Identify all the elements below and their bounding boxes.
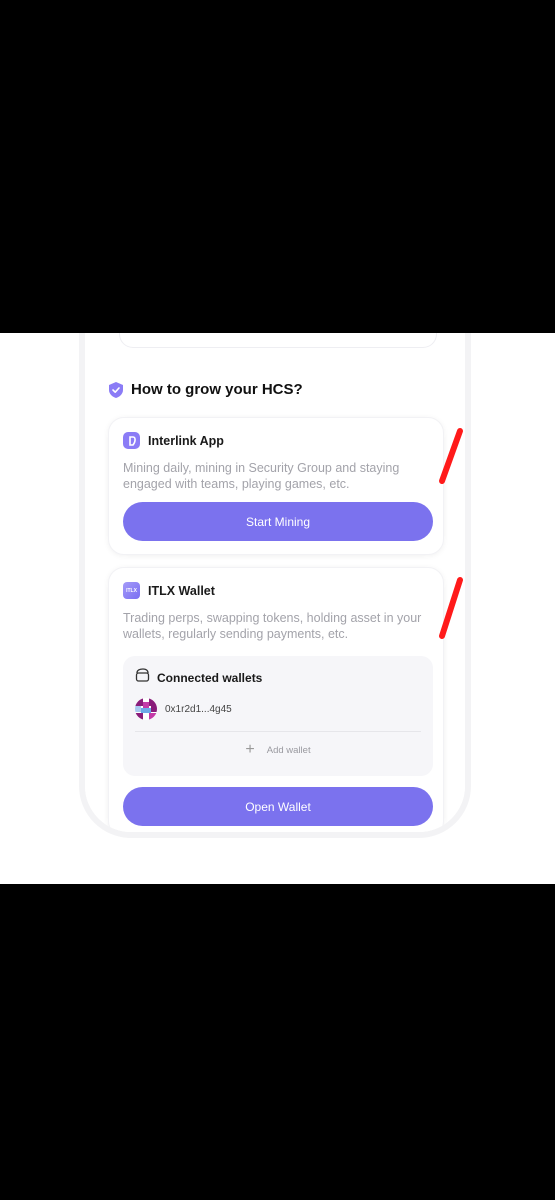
card-description: Mining daily, mining in Security Group a… [123,461,400,491]
annotation-red-stroke [439,577,463,639]
section-title: How to grow your HCS? [131,381,303,398]
app-screen: How to grow your HCS? Interlink App Mini… [0,333,555,884]
itlx-wallet-icon: ITLX [123,582,140,599]
connected-wallets-title: Connected wallets [157,670,263,685]
previous-card-bottom [119,333,437,348]
card-header: Interlink App [123,432,224,449]
card-header: ITLX ITLX Wallet [123,582,215,599]
wallet-address: 0x1r2d1...4g45 [165,703,232,715]
wallet-icon [135,668,150,687]
interlink-app-card: Interlink App Mining daily, mining in Se… [108,417,444,555]
shield-check-icon [109,381,123,398]
card-title: Interlink App [148,433,224,448]
phone-content: How to grow your HCS? Interlink App Mini… [85,333,465,832]
connected-wallets-panel: Connected wallets 0x1r2d1...4g45 + Add w… [123,656,433,776]
card-title: ITLX Wallet [148,583,215,598]
card-description: Trading perps, swapping tokens, holding … [123,611,422,641]
wallet-row[interactable]: 0x1r2d1...4g45 [135,698,232,720]
add-wallet-label: Add wallet [266,744,311,756]
add-wallet-button[interactable]: + Add wallet [123,742,433,758]
connected-wallets-header: Connected wallets [135,668,262,687]
open-wallet-button[interactable]: Open Wallet [123,787,433,826]
wallet-avatar [135,698,157,720]
interlink-app-icon [123,432,140,449]
start-mining-button[interactable]: Start Mining [123,502,433,541]
section-header: How to grow your HCS? [109,381,303,398]
plus-icon: + [245,741,255,758]
divider [135,731,421,732]
annotation-red-stroke [439,428,463,484]
